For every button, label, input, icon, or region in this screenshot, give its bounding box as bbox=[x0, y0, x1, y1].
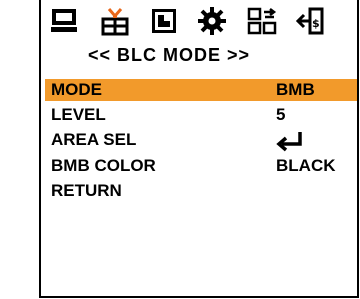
image-adjust-icon[interactable] bbox=[149, 6, 179, 36]
menu-item-label: BMB COLOR bbox=[51, 156, 156, 175]
menu-title: << BLC MODE >> bbox=[88, 45, 251, 65]
gear-icon[interactable] bbox=[197, 6, 227, 36]
camera-settings-icon[interactable] bbox=[100, 6, 130, 36]
menu-item-area-sel[interactable]: AREA SEL bbox=[45, 129, 357, 152]
svg-text:$: $ bbox=[312, 17, 320, 30]
monitor-icon[interactable] bbox=[49, 6, 79, 36]
menu-icon-bar: $ bbox=[49, 6, 349, 36]
menu-item-mode[interactable]: MODE BMB bbox=[45, 79, 357, 101]
menu-item-label: RETURN bbox=[51, 181, 122, 200]
menu-item-value: 5 bbox=[276, 105, 286, 124]
menu-item-level[interactable]: LEVEL 5 bbox=[45, 104, 357, 126]
menu-item-return[interactable]: RETURN bbox=[45, 180, 357, 202]
menu-item-value: BLACK bbox=[276, 156, 336, 175]
menu-item-label: AREA SEL bbox=[51, 130, 137, 149]
menu-item-value: BMB bbox=[276, 80, 315, 99]
menu-item-label: LEVEL bbox=[51, 105, 106, 124]
exit-icon[interactable]: $ bbox=[296, 6, 326, 36]
menu-item-bmb-color[interactable]: BMB COLOR BLACK bbox=[45, 155, 357, 177]
network-transfer-icon[interactable] bbox=[247, 6, 277, 36]
menu-item-label: MODE bbox=[51, 80, 102, 99]
